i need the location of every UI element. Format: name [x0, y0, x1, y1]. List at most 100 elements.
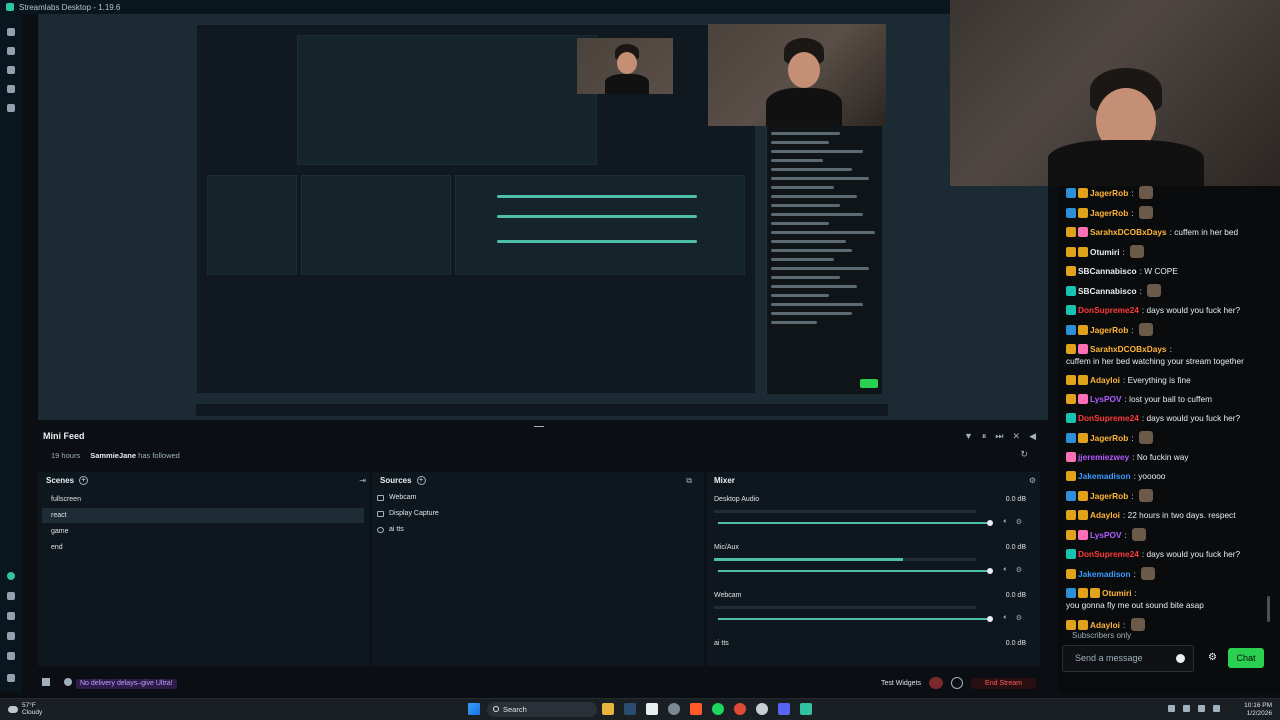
store-icon[interactable] — [7, 66, 15, 74]
chat-scrollbar[interactable] — [1267, 596, 1270, 622]
weather-widget[interactable]: 57°F Cloudy — [8, 702, 42, 716]
settings-app-icon[interactable] — [668, 703, 680, 715]
feed-item: 19 hours SammieJane has followed — [51, 451, 180, 460]
performance-icon[interactable] — [42, 678, 50, 686]
chat-username[interactable]: jjeremiezwey — [1078, 451, 1129, 463]
brave-icon[interactable] — [690, 703, 702, 715]
chat-username[interactable]: JagerRob — [1090, 490, 1128, 502]
chat-username[interactable]: Otumiri — [1102, 587, 1132, 599]
chat-message-text: days would you fuck her? — [1146, 549, 1241, 559]
volume-slider[interactable] — [718, 568, 993, 574]
mic-icon[interactable] — [1183, 705, 1190, 712]
source-item-display-capture[interactable]: Display Capture — [377, 510, 439, 517]
scene-item-game[interactable]: game — [42, 524, 364, 539]
openai-icon[interactable] — [756, 703, 768, 715]
chat-username[interactable]: LysPOV — [1090, 529, 1122, 541]
skip-icon[interactable]: ⏭ — [995, 431, 1003, 442]
chat-username[interactable]: DonSupreme24 — [1078, 548, 1139, 560]
gear-icon[interactable]: ⚙ — [1016, 518, 1022, 526]
spotify-icon[interactable] — [712, 703, 724, 715]
clock[interactable]: 10:16 PM 1/2/2026 — [1244, 702, 1272, 717]
ultra-icon[interactable] — [7, 572, 15, 580]
chat-username[interactable]: SarahxDCOBxDays — [1090, 226, 1167, 238]
chat-username[interactable]: JagerRob — [1090, 432, 1128, 444]
chat-username[interactable]: SarahxDCOBxDays — [1090, 343, 1167, 355]
discord-icon[interactable] — [778, 703, 790, 715]
scene-item-react[interactable]: react — [42, 508, 364, 523]
chat-settings-icon[interactable]: ⚙ — [1208, 652, 1217, 663]
chrome-icon[interactable] — [734, 703, 746, 715]
add-source-button[interactable]: + — [416, 476, 426, 485]
studio-mode-icon[interactable] — [7, 612, 15, 620]
taskbar-search[interactable]: Search — [487, 702, 597, 717]
chevron-up-icon[interactable] — [1168, 705, 1175, 712]
streamlabs-app-icon[interactable] — [646, 703, 658, 715]
test-widgets-button[interactable]: Test Widgets — [881, 680, 921, 687]
chat-username[interactable]: SBCannabisco — [1078, 285, 1137, 297]
gear-icon[interactable]: ⚙ — [1016, 566, 1022, 574]
source-item-ai-tts[interactable]: ai tts — [377, 526, 404, 533]
volume-icon[interactable]: ◀ — [1029, 431, 1036, 442]
file-explorer-icon[interactable] — [602, 703, 614, 715]
mixer-settings-icon[interactable]: ⚙ — [1029, 476, 1036, 485]
chat-send-button[interactable]: Chat — [1228, 648, 1264, 668]
chat-message-input[interactable]: Send a message — [1062, 645, 1194, 672]
chat-username[interactable]: Adayloi — [1090, 619, 1120, 631]
mute-icon[interactable]: 🔈︎ — [1004, 566, 1008, 574]
source-item-webcam[interactable]: Webcam — [377, 494, 417, 501]
share-icon[interactable] — [7, 632, 15, 640]
volume-slider[interactable] — [718, 616, 993, 622]
feed-user[interactable]: SammieJane — [90, 451, 136, 460]
volume-icon[interactable] — [1213, 705, 1220, 712]
chat-username[interactable]: Jakemadison — [1078, 470, 1131, 482]
chat-username[interactable]: Adayloi — [1090, 374, 1120, 386]
scene-collection-icon[interactable]: ⇥ — [359, 476, 366, 485]
chat-username[interactable]: DonSupreme24 — [1078, 304, 1139, 316]
mixer-channel-name: Desktop Audio — [714, 496, 760, 503]
chat-username[interactable]: JagerRob — [1090, 324, 1128, 336]
chat-username[interactable]: JagerRob — [1090, 187, 1128, 199]
mute-icon[interactable]: 🔈︎ — [1004, 518, 1008, 526]
slider-knob[interactable] — [987, 520, 993, 526]
scene-item-end[interactable]: end — [42, 540, 364, 555]
slider-knob[interactable] — [987, 616, 993, 622]
chat-username[interactable]: Otumiri — [1090, 246, 1120, 258]
streamlabs-logo-icon — [6, 3, 14, 11]
editor-icon[interactable] — [7, 28, 15, 36]
link-icon[interactable] — [7, 592, 15, 600]
notification-icon[interactable] — [64, 678, 72, 686]
mute-icon[interactable]: ✕ — [1013, 431, 1021, 442]
end-stream-button[interactable]: End Stream — [971, 677, 1036, 689]
pause-icon[interactable]: ⏸ — [982, 431, 987, 442]
filter-icon[interactable]: ▼ — [964, 431, 973, 442]
record-button[interactable] — [929, 677, 944, 689]
ultra-promo-link[interactable]: No delivery delays–give Ultra! — [76, 679, 177, 689]
chat-username[interactable]: LysPOV — [1090, 393, 1122, 405]
refresh-icon[interactable]: ↻ — [1020, 449, 1028, 460]
windows-start-icon[interactable] — [468, 703, 480, 715]
steam-icon[interactable] — [624, 703, 636, 715]
source-folder-icon[interactable]: ⧉ — [686, 476, 692, 486]
dashboard-icon[interactable] — [7, 104, 15, 112]
wifi-icon[interactable] — [1198, 705, 1205, 712]
slider-knob[interactable] — [987, 568, 993, 574]
profile-icon[interactable] — [7, 674, 15, 682]
chat-username[interactable]: Adayloi — [1090, 509, 1120, 521]
chat-message: SarahxDCOBxDays: cuffem in her bed watch… — [1066, 343, 1244, 366]
settings-icon[interactable] — [7, 652, 15, 660]
mute-icon[interactable]: 🔈︎ — [1004, 614, 1008, 622]
layout-icon[interactable] — [7, 85, 15, 93]
gear-icon[interactable]: ⚙ — [1016, 614, 1022, 622]
emote-picker-icon[interactable] — [1176, 654, 1185, 663]
add-scene-button[interactable]: + — [79, 476, 89, 485]
streamlabs-taskbar-icon[interactable] — [800, 703, 812, 715]
chat-username[interactable]: Jakemadison — [1078, 568, 1131, 580]
chat-username[interactable]: JagerRob — [1090, 207, 1128, 219]
chat-username[interactable]: SBCannabisco — [1078, 265, 1137, 277]
scene-item-fullscreen[interactable]: fullscreen — [42, 492, 364, 507]
themes-icon[interactable] — [7, 47, 15, 55]
chat-badge-icon — [1066, 568, 1076, 579]
volume-slider[interactable] — [718, 520, 993, 526]
replay-buffer-button[interactable] — [951, 677, 964, 689]
chat-username[interactable]: DonSupreme24 — [1078, 412, 1139, 424]
